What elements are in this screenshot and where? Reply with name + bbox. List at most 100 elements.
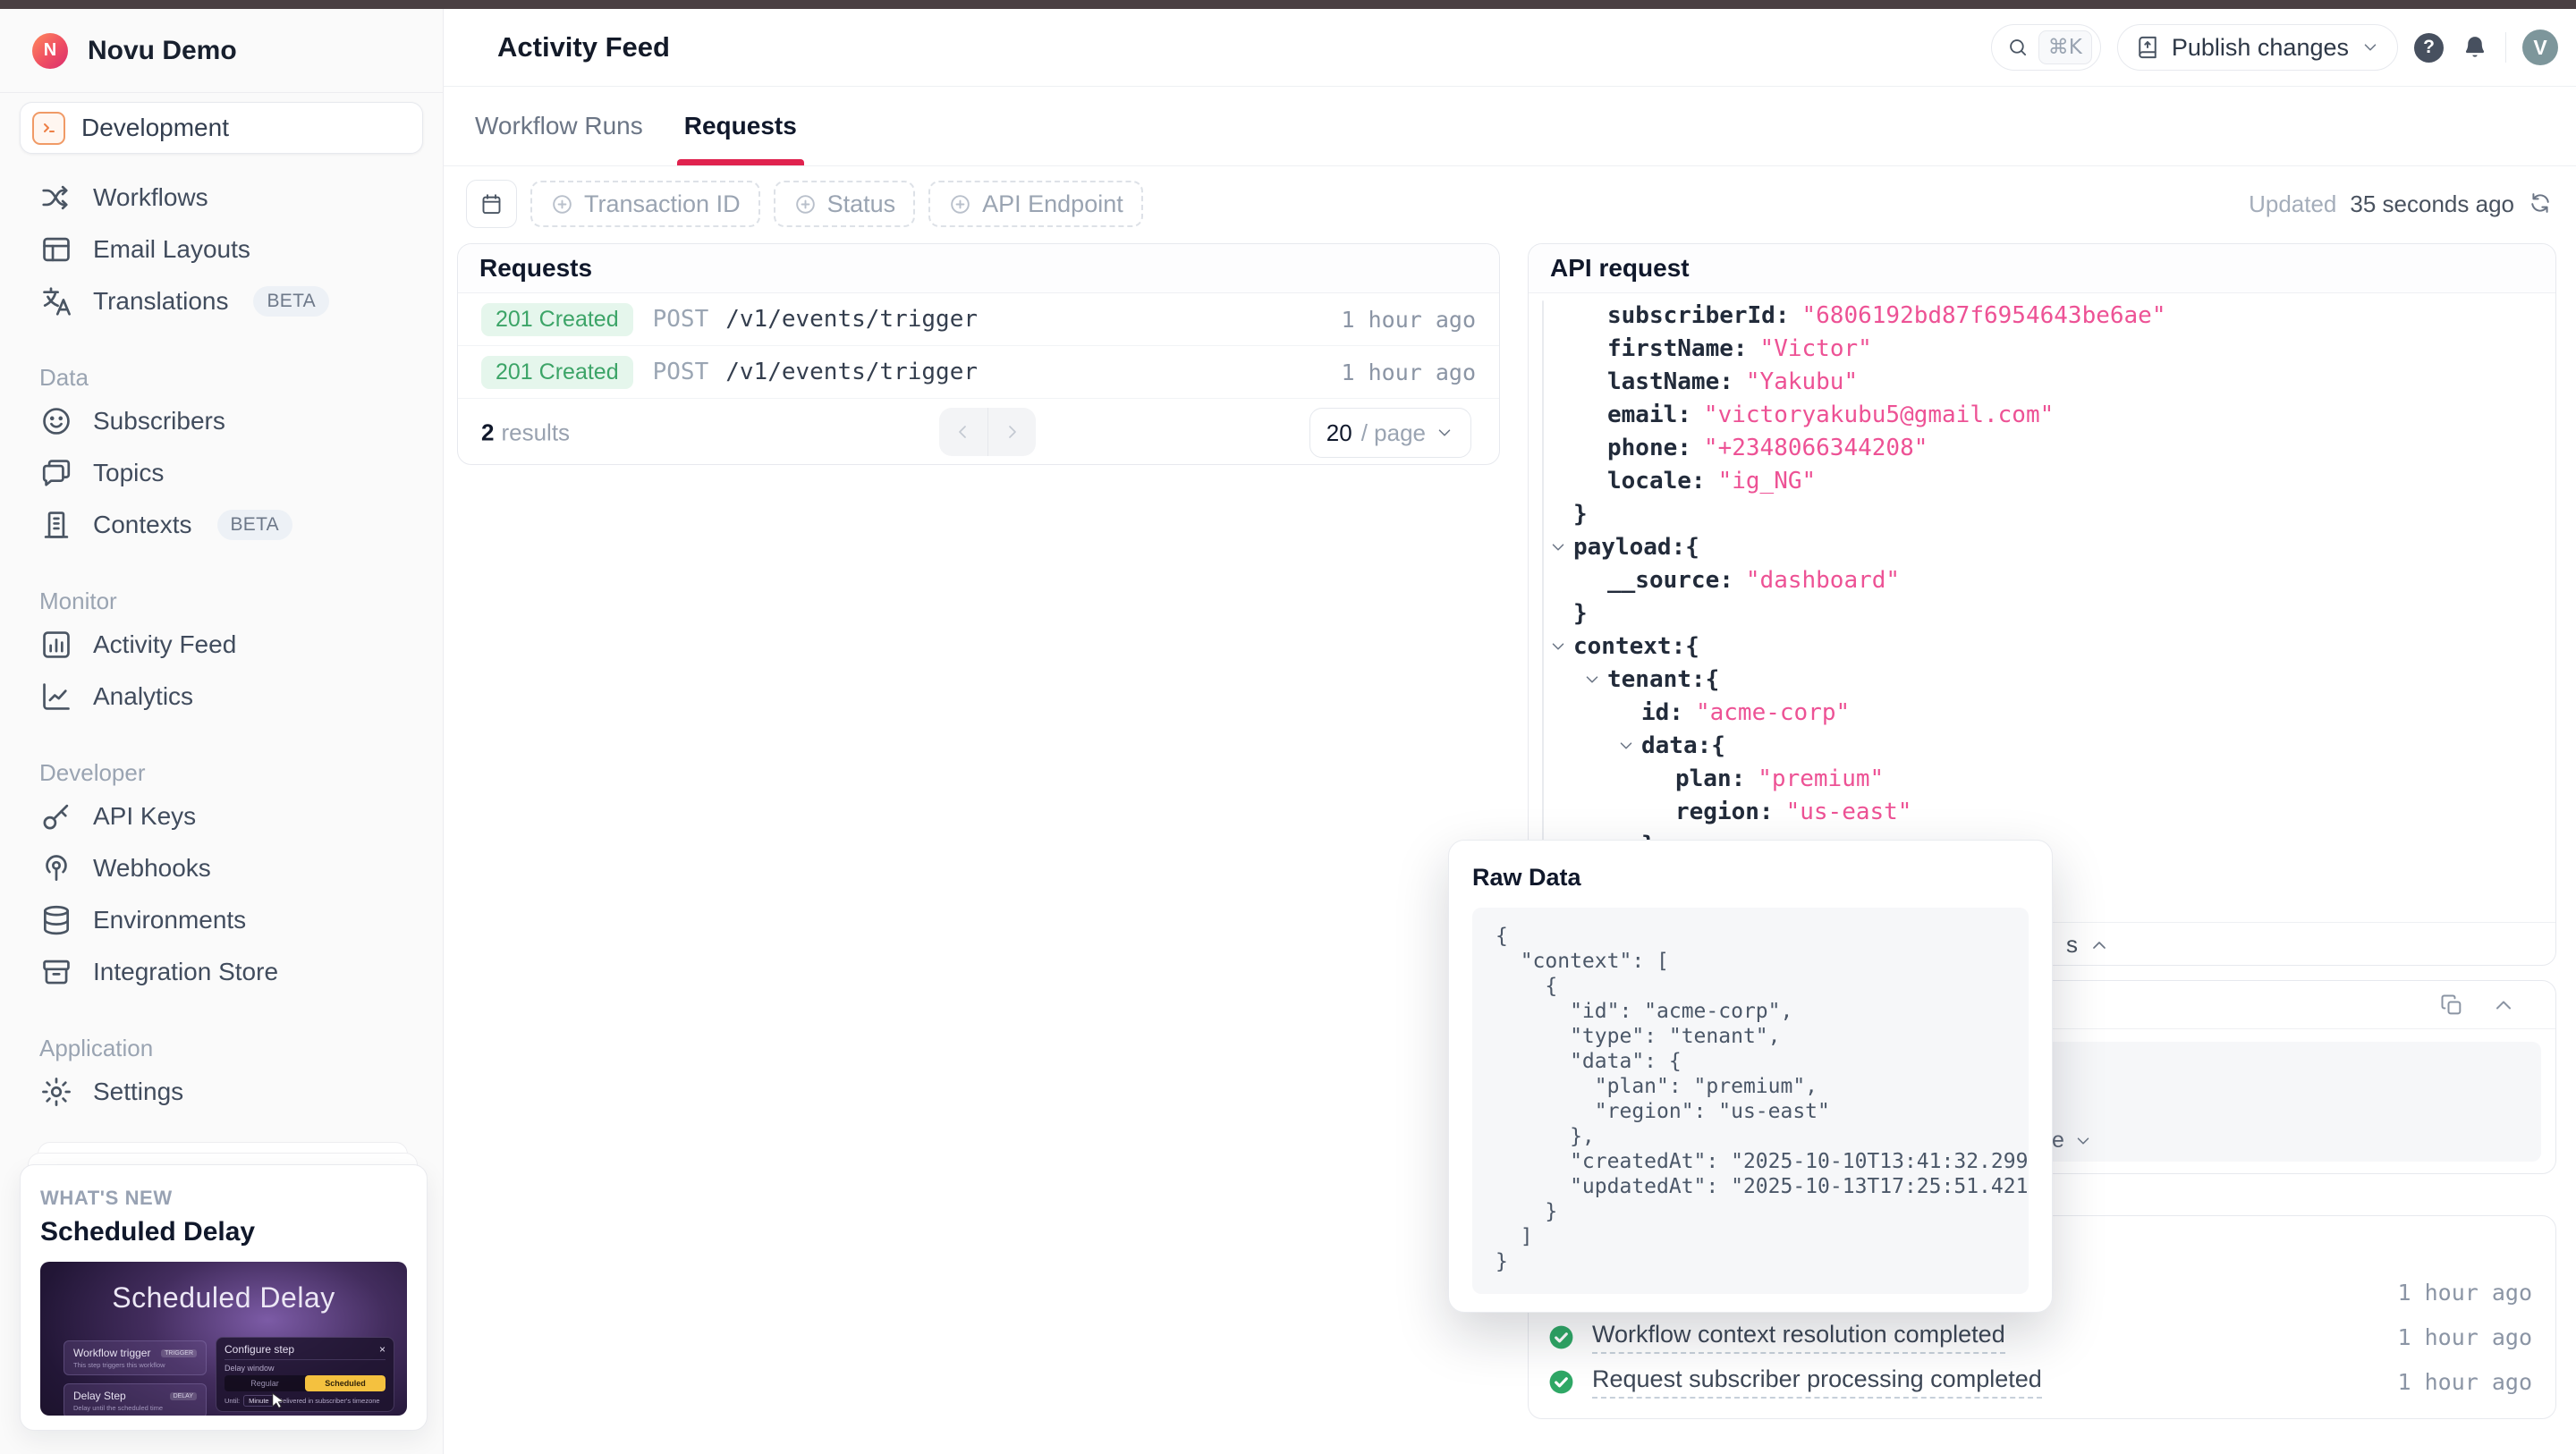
shortcut-badge: ⌘K xyxy=(2038,30,2092,64)
json-viewer: subscriberId:"6806192bd87f6954643be6ae"f… xyxy=(1529,293,2555,861)
plus-circle-icon xyxy=(948,192,972,216)
filter-status[interactable]: Status xyxy=(774,181,916,227)
notifications-button[interactable] xyxy=(2460,33,2489,63)
window-top-strip xyxy=(0,0,2576,9)
page-size-select[interactable]: 20 / page xyxy=(1309,408,1471,458)
sidebar-item-email-layouts[interactable]: Email Layouts xyxy=(0,224,443,275)
requests-card-title: Requests xyxy=(458,244,1499,293)
search-icon xyxy=(2006,36,2029,59)
sidebar-item-environments[interactable]: Environments xyxy=(0,894,443,946)
json-value: "acme-corp" xyxy=(1696,699,1850,726)
json-lines: subscriberId:"6806192bd87f6954643be6ae"f… xyxy=(1529,299,2555,861)
plus-circle-icon xyxy=(550,192,574,216)
sidebar-item-activity-feed[interactable]: Activity Feed xyxy=(0,619,443,671)
avatar[interactable]: V xyxy=(2522,30,2558,65)
request-path: /v1/events/trigger xyxy=(725,306,978,333)
whats-new-eyebrow: WHAT'S NEW xyxy=(40,1187,407,1210)
sidebar-item-api-keys[interactable]: API Keys xyxy=(0,790,443,842)
sidebar-item-topics[interactable]: Topics xyxy=(0,447,443,499)
json-line: id:"acme-corp" xyxy=(1529,696,2555,729)
whats-new-card[interactable]: WHAT'S NEW Scheduled Delay Scheduled Del… xyxy=(20,1164,428,1431)
subscribers-icon xyxy=(39,404,73,438)
integration-store-icon xyxy=(39,955,73,989)
sidebar-item-workflows[interactable]: Workflows xyxy=(0,172,443,224)
prev-page-button[interactable] xyxy=(939,408,988,456)
collapse-toggle-icon[interactable] xyxy=(1548,636,1570,657)
page-size-value: 20 xyxy=(1326,419,1352,447)
app-screen: N Novu Demo Development Workflows Email … xyxy=(0,0,2576,1454)
sidebar-item-label: Workflows xyxy=(93,183,208,212)
json-line: data:{ xyxy=(1529,729,2555,762)
collapse-toggle-icon[interactable] xyxy=(1616,735,1638,757)
sidebar-item-label: Environments xyxy=(93,906,246,934)
log-link[interactable]: Workflow context resolution completed xyxy=(1592,1321,2005,1354)
json-line: lastName:"Yakubu" xyxy=(1529,365,2555,398)
sidebar-item-settings[interactable]: Settings xyxy=(0,1066,443,1118)
tabs: Workflow Runs Requests xyxy=(444,87,2576,166)
whats-new-image[interactable]: Scheduled Delay Workflow triggerTRIGGER … xyxy=(40,1262,407,1416)
environment-switcher[interactable]: Development xyxy=(20,102,423,154)
question-mark: ? xyxy=(2423,37,2435,58)
json-key: email: xyxy=(1607,402,1691,428)
json-key: subscriberId: xyxy=(1607,302,1790,329)
json-line: } xyxy=(1529,497,2555,530)
json-key: data:{ xyxy=(1641,732,1725,759)
sidebar-item-contexts[interactable]: Contexts BETA xyxy=(0,499,443,551)
chevron-down-icon xyxy=(1435,423,1454,443)
org-switcher[interactable]: N Novu Demo xyxy=(0,9,443,93)
json-key: } xyxy=(1573,501,1588,528)
updated-value: 35 seconds ago xyxy=(2350,190,2514,218)
requests-footer: 2results 20 / page xyxy=(458,399,1499,466)
sidebar-item-translations[interactable]: Translations BETA xyxy=(0,275,443,327)
request-row[interactable]: 201 Created POST /v1/events/trigger 1 ho… xyxy=(458,346,1499,399)
filter-transaction-id[interactable]: Transaction ID xyxy=(530,181,760,227)
collapse-toggle-icon[interactable] xyxy=(1548,537,1570,558)
log-time: 1 hour ago xyxy=(2397,1324,2532,1350)
collapse-toggle-icon[interactable] xyxy=(1582,669,1604,690)
tab-requests[interactable]: Requests xyxy=(684,87,797,165)
sidebar-item-label: Translations xyxy=(93,287,228,316)
close-icon: × xyxy=(379,1343,386,1356)
sidebar-item-label: Analytics xyxy=(93,682,193,711)
request-row[interactable]: 201 Created POST /v1/events/trigger 1 ho… xyxy=(458,293,1499,346)
sidebar-section-monitor: Monitor Activity Feed Analytics xyxy=(0,583,443,723)
publish-changes-button[interactable]: Publish changes xyxy=(2117,24,2398,71)
json-key: payload:{ xyxy=(1573,534,1699,561)
search-button[interactable]: ⌘K xyxy=(1991,24,2101,71)
tab-workflow-runs[interactable]: Workflow Runs xyxy=(475,87,643,165)
publish-label: Publish changes xyxy=(2172,34,2349,62)
chevron-up-icon[interactable] xyxy=(2491,993,2516,1018)
collapse-section-fragment[interactable]: s xyxy=(2066,931,2110,959)
sidebar-section-data: Data Subscribers Topics Contexts BETA xyxy=(0,359,443,551)
image-headline: Scheduled Delay xyxy=(40,1281,407,1315)
chevron-down-icon xyxy=(2073,1131,2093,1151)
workflows-icon xyxy=(39,181,73,215)
raw-data-code-block: { "context": [ { "id": "acme-corp", "typ… xyxy=(1472,908,2029,1294)
json-line: __source:"dashboard" xyxy=(1529,563,2555,596)
sidebar-item-integration-store[interactable]: Integration Store xyxy=(0,946,443,998)
gear-icon xyxy=(39,1075,73,1109)
json-key: context:{ xyxy=(1573,633,1699,660)
org-logo: N xyxy=(32,33,68,69)
response-fragment[interactable]: e xyxy=(2052,1128,2093,1154)
sidebar-item-analytics[interactable]: Analytics xyxy=(0,671,443,723)
date-filter-button[interactable] xyxy=(466,180,517,228)
languages-icon xyxy=(39,284,73,318)
refresh-button[interactable] xyxy=(2528,190,2555,217)
sidebar-item-subscribers[interactable]: Subscribers xyxy=(0,395,443,447)
header-actions: ⌘K Publish changes ? V xyxy=(1991,24,2558,71)
copy-icon[interactable] xyxy=(2439,993,2464,1018)
next-page-button[interactable] xyxy=(988,408,1037,456)
filter-label: Status xyxy=(827,190,896,218)
webhooks-icon xyxy=(39,851,73,885)
request-time: 1 hour ago xyxy=(1341,307,1476,333)
raw-data-title: Raw Data xyxy=(1472,864,2029,892)
help-button[interactable]: ? xyxy=(2414,33,2444,63)
json-line: email:"victoryakubu5@gmail.com" xyxy=(1529,398,2555,431)
json-line: subscriberId:"6806192bd87f6954643be6ae" xyxy=(1529,299,2555,332)
filter-api-endpoint[interactable]: API Endpoint xyxy=(928,181,1143,227)
log-link[interactable]: Request subscriber processing completed xyxy=(1592,1365,2042,1399)
status-badge: 201 Created xyxy=(481,356,633,389)
updated-prefix: Updated xyxy=(2249,190,2336,218)
sidebar-item-webhooks[interactable]: Webhooks xyxy=(0,842,443,894)
